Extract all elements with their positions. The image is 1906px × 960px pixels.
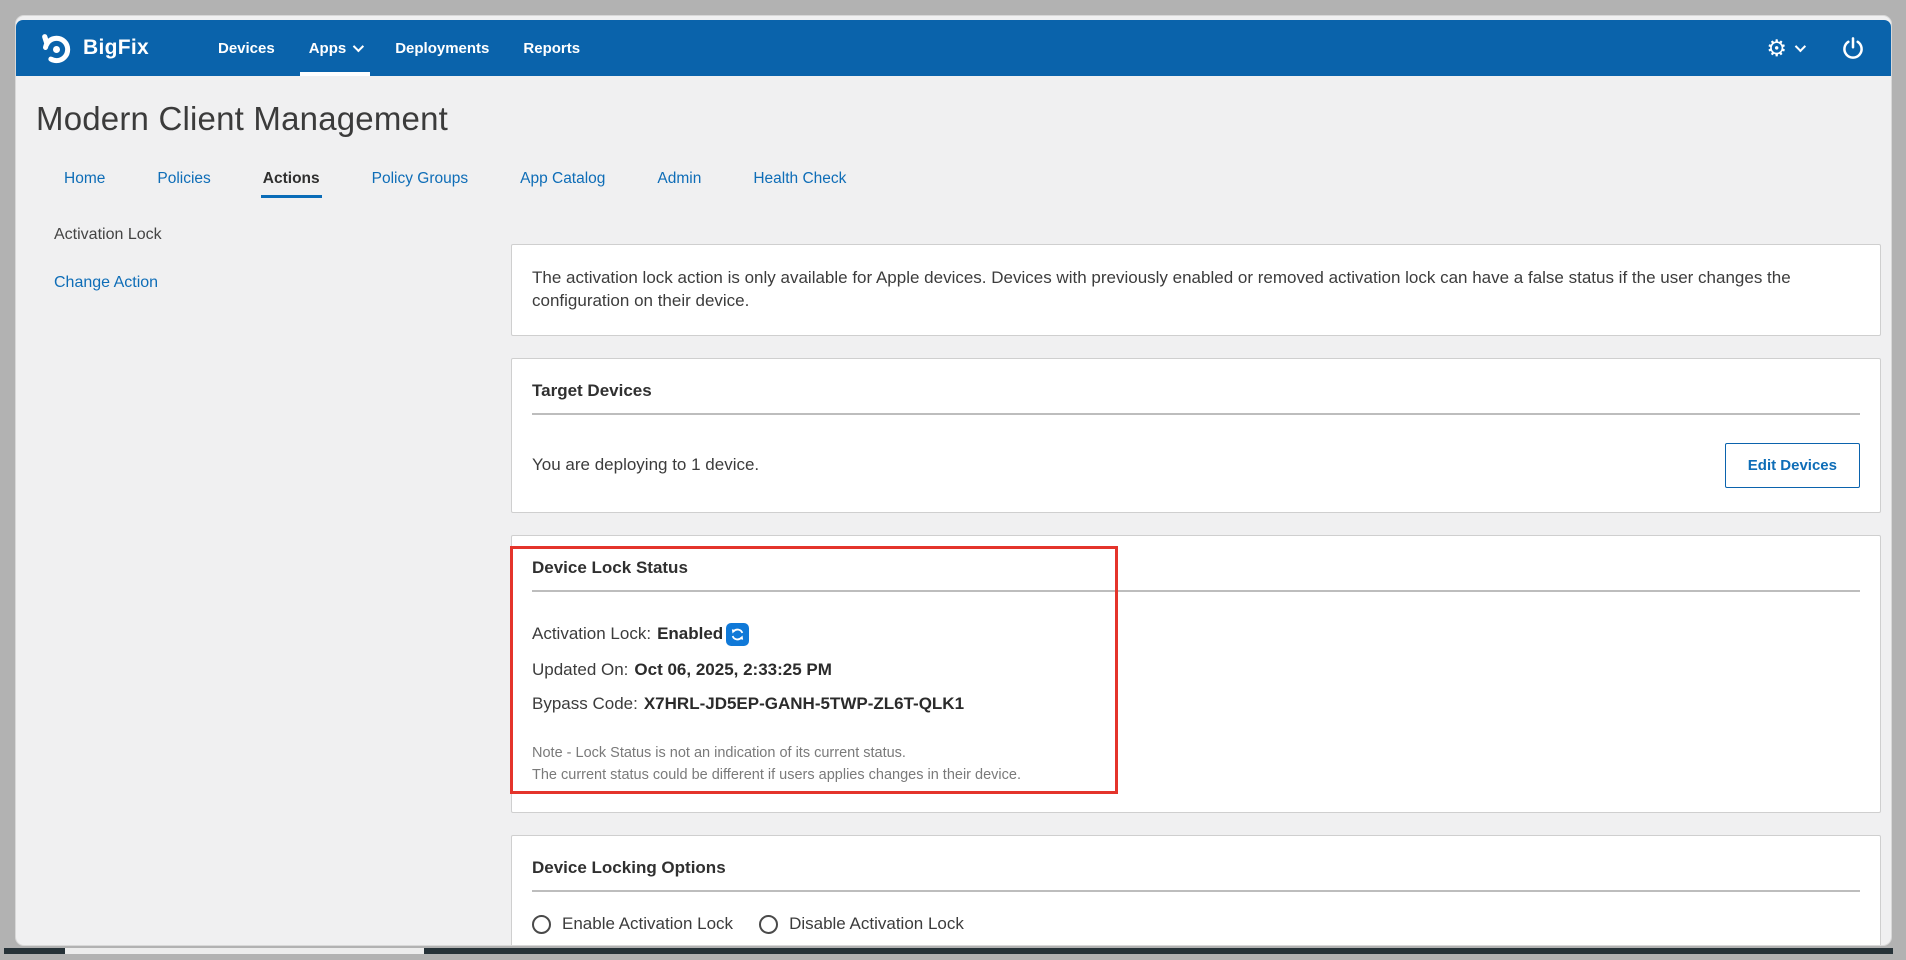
refresh-status-button[interactable] xyxy=(726,622,750,646)
content-area: Activation Lock Change Action The activa… xyxy=(16,220,1891,945)
top-navbar: BigFix Devices Apps Deployments Reports … xyxy=(16,20,1891,76)
updated-on-row: Updated On: Oct 06, 2025, 2:33:25 PM xyxy=(532,653,1860,687)
device-lock-status-heading: Device Lock Status xyxy=(532,557,688,577)
main-column: The activation lock action is only avail… xyxy=(510,220,1881,945)
scrollbar-thumb[interactable] xyxy=(65,948,424,954)
horizontal-scrollbar[interactable] xyxy=(4,948,1893,954)
bigfix-brand[interactable]: BigFix xyxy=(40,32,149,65)
nav-item-deployments[interactable]: Deployments xyxy=(378,20,506,76)
activation-lock-row: Activation Lock: Enabled xyxy=(532,616,1860,653)
app-window: BigFix Devices Apps Deployments Reports … xyxy=(15,15,1892,946)
status-rows: Activation Lock: Enabled Updated On: Oct… xyxy=(532,596,1860,721)
tab-app-catalog[interactable]: App Catalog xyxy=(508,164,617,198)
enable-activation-lock-option[interactable]: Enable Activation Lock xyxy=(532,914,733,934)
tab-health-check[interactable]: Health Check xyxy=(741,164,858,198)
activation-lock-label: Activation Lock: xyxy=(532,624,652,644)
lock-status-note: Note - Lock Status is not an indication … xyxy=(532,721,1860,795)
updated-on-value: Oct 06, 2025, 2:33:25 PM xyxy=(634,659,832,679)
page-title: Modern Client Management xyxy=(36,100,449,137)
tab-admin[interactable]: Admin xyxy=(645,164,713,198)
tab-bar: Home Policies Actions Policy Groups App … xyxy=(16,138,1891,198)
updated-on-label: Updated On: xyxy=(532,659,629,679)
chevron-down-icon xyxy=(352,40,365,53)
scrollbar-track-right xyxy=(424,948,1893,954)
screen: { "nav": { "brand": "BigFix", "items": [… xyxy=(0,0,1906,960)
nav-item-label: Reports xyxy=(523,39,581,57)
bypass-code-label: Bypass Code: xyxy=(532,693,638,713)
info-banner-panel: The activation lock action is only avail… xyxy=(511,244,1881,336)
nav-menu: Devices Apps Deployments Reports xyxy=(201,20,597,76)
disable-activation-lock-option[interactable]: Disable Activation Lock xyxy=(759,914,964,934)
nav-item-label: Apps xyxy=(308,39,347,57)
disable-option-label: Disable Activation Lock xyxy=(789,914,964,934)
target-devices-panel: Target Devices You are deploying to 1 de… xyxy=(511,357,1881,513)
tab-actions[interactable]: Actions xyxy=(251,164,332,198)
tab-policy-groups[interactable]: Policy Groups xyxy=(360,164,480,198)
nav-item-apps[interactable]: Apps xyxy=(292,20,379,76)
scrollbar-track-left xyxy=(4,948,65,954)
enable-option-label: Enable Activation Lock xyxy=(562,914,734,934)
divider xyxy=(532,589,1860,592)
device-locking-options-panel: Device Locking Options Enable Activation… xyxy=(511,835,1881,945)
nav-item-devices[interactable]: Devices xyxy=(201,20,292,76)
sidebar: Activation Lock Change Action xyxy=(16,220,511,945)
nav-item-label: Deployments xyxy=(395,39,490,57)
target-devices-row: You are deploying to 1 device. Edit Devi… xyxy=(532,419,1860,494)
radio-unchecked-icon[interactable] xyxy=(759,914,779,934)
gear-icon: ⚙ xyxy=(1766,34,1787,61)
tab-policies[interactable]: Policies xyxy=(145,164,222,198)
device-lock-status-panel: Device Lock Status Activation Lock: Enab… xyxy=(510,534,1881,814)
tab-home[interactable]: Home xyxy=(52,164,117,198)
radio-unchecked-icon[interactable] xyxy=(532,914,551,934)
deploy-count-text: You are deploying to 1 device. xyxy=(532,455,760,475)
power-icon[interactable] xyxy=(1841,36,1865,60)
locking-options-row: Enable Activation Lock Disable Activatio… xyxy=(532,896,1860,942)
chevron-down-icon xyxy=(1794,40,1807,53)
divider xyxy=(532,412,1860,415)
device-locking-options-heading: Device Locking Options xyxy=(532,858,726,878)
refresh-icon xyxy=(732,628,744,641)
bypass-code-row: Bypass Code: X7HRL-JD5EP-GANH-5TWP-ZL6T-… xyxy=(532,687,1860,721)
nav-right-controls: ⚙ xyxy=(1766,36,1865,60)
settings-menu[interactable]: ⚙ xyxy=(1766,34,1807,61)
edit-devices-button[interactable]: Edit Devices xyxy=(1724,442,1860,488)
activation-lock-value: Enabled xyxy=(657,624,724,644)
bypass-code-value: X7HRL-JD5EP-GANH-5TWP-ZL6T-QLK1 xyxy=(643,693,965,713)
bigfix-logo-icon xyxy=(42,33,71,63)
target-devices-heading: Target Devices xyxy=(532,380,652,400)
nav-item-reports[interactable]: Reports xyxy=(506,20,597,76)
note-line-1: Note - Lock Status is not an indication … xyxy=(532,744,906,761)
sidebar-item-change-action[interactable]: Change Action xyxy=(54,274,511,292)
info-banner-text: The activation lock action is only avail… xyxy=(532,268,1791,310)
nav-item-label: Devices xyxy=(217,39,275,57)
brand-name: BigFix xyxy=(83,36,149,59)
note-line-2: The current status could be different if… xyxy=(532,766,1021,783)
divider xyxy=(532,890,1860,893)
sidebar-item-activation-lock[interactable]: Activation Lock xyxy=(54,226,511,244)
